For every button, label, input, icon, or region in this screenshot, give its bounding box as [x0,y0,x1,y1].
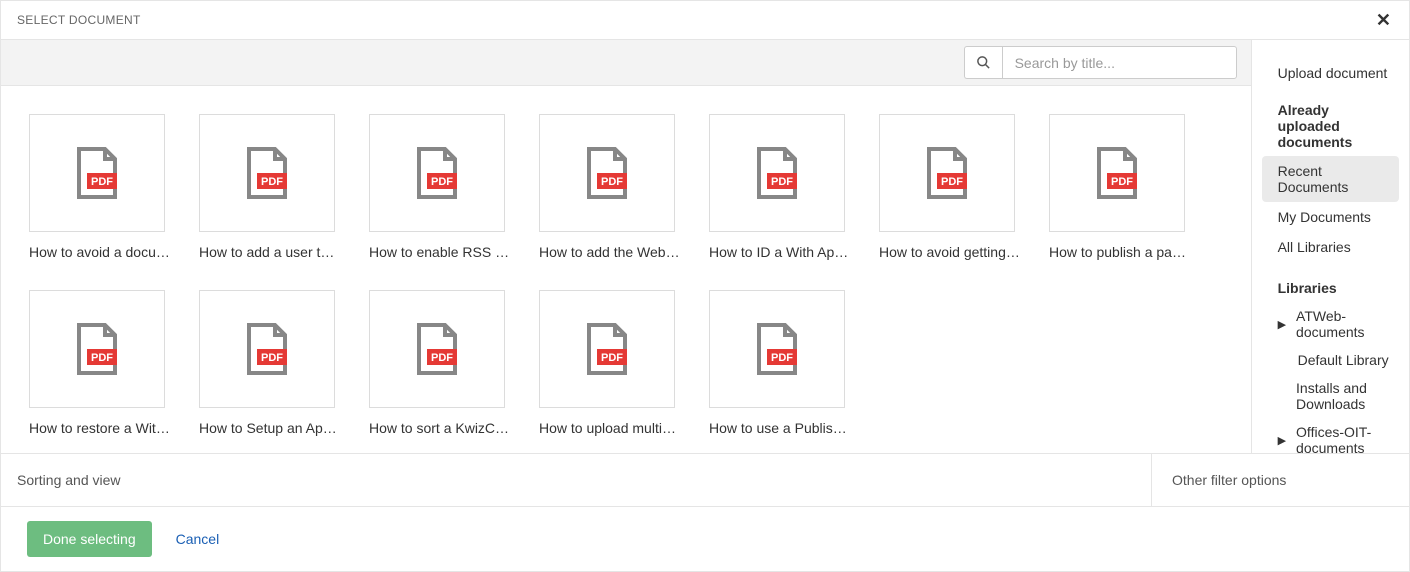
document-thumbnail: PDF [709,114,845,232]
document-thumbnail: PDF [879,114,1015,232]
dialog-header: SELECT DOCUMENT ✕ [1,1,1409,40]
svg-text:PDF: PDF [1111,176,1133,188]
pdf-file-icon: PDF [415,323,459,375]
document-item[interactable]: PDF How to restore a With Approval page [29,290,171,436]
document-title: How to publish a page using Quick Edit [1049,244,1191,260]
library-item[interactable]: ▶Default Library [1252,346,1409,374]
document-thumbnail: PDF [199,114,335,232]
pdf-file-icon: PDF [245,147,289,199]
footer-filters: Sorting and view Other filter options [1,453,1409,506]
svg-text:PDF: PDF [91,176,113,188]
sidebar-nav-item[interactable]: Recent Documents [1262,156,1399,202]
caret-right-icon: ▶ [1278,318,1286,331]
document-item[interactable]: PDF How to add the Web Analytics page [539,114,681,260]
svg-text:PDF: PDF [601,176,623,188]
pdf-file-icon: PDF [1095,147,1139,199]
document-thumbnail: PDF [539,290,675,408]
upload-document-link[interactable]: Upload document [1252,58,1409,88]
document-item[interactable]: PDF How to enable RSS on a list [369,114,511,260]
footer-actions: Done selecting Cancel [1,506,1409,571]
document-item[interactable]: PDF How to add a user to a site [199,114,341,260]
sidebar-nav-item[interactable]: My Documents [1252,202,1409,232]
library-label: Default Library [1298,352,1389,368]
search-icon [976,55,991,70]
library-item[interactable]: ▶ ATWeb-documents [1252,302,1409,346]
pdf-file-icon: PDF [75,323,119,375]
svg-text:PDF: PDF [941,176,963,188]
select-document-dialog: SELECT DOCUMENT ✕ [0,0,1410,572]
cancel-link[interactable]: Cancel [176,531,220,547]
library-item[interactable]: ▶ Offices-OIT-documents [1252,418,1409,453]
library-label: Offices-OIT-documents [1296,424,1389,453]
document-item[interactable]: PDF How to publish a page using Quick Ed… [1049,114,1191,260]
svg-text:PDF: PDF [261,176,283,188]
svg-text:PDF: PDF [261,352,283,364]
already-uploaded-heading: Already uploaded documents [1252,88,1409,156]
document-title: How to restore a With Approval page [29,420,171,436]
pdf-file-icon: PDF [245,323,289,375]
document-thumbnail: PDF [199,290,335,408]
sidebar-nav-item[interactable]: All Libraries [1252,232,1409,262]
library-item[interactable]: ▶Installs and Downloads [1252,374,1409,418]
search-button[interactable] [964,46,1002,79]
pdf-file-icon: PDF [585,147,629,199]
document-title: How to upload multiple documents [539,420,681,436]
svg-text:PDF: PDF [601,352,623,364]
document-grid-scroll[interactable]: PDF How to avoid a document name with Sp… [1,86,1251,453]
other-filter-options[interactable]: Other filter options [1151,454,1409,506]
main-area: PDF How to avoid a document name with Sp… [1,40,1251,453]
document-title: How to sort a KwizCom List Aggregator [369,420,511,436]
svg-text:PDF: PDF [771,176,793,188]
document-item[interactable]: PDF How to ID a With Approval publishing… [709,114,851,260]
document-title: How to avoid a document name with Specia… [29,244,171,260]
svg-text:PDF: PDF [91,352,113,364]
document-title: How to add the Web Analytics page [539,244,681,260]
document-title: How to avoid getting permission errors [879,244,1021,260]
pdf-file-icon: PDF [755,323,799,375]
dialog-title: SELECT DOCUMENT [17,13,141,27]
svg-text:PDF: PDF [771,352,793,364]
toolbar [1,40,1251,86]
document-item[interactable]: PDF How to sort a KwizCom List Aggregato… [369,290,511,436]
svg-text:PDF: PDF [431,352,453,364]
close-icon[interactable]: ✕ [1376,11,1391,29]
document-item[interactable]: PDF How to use a Publishing Workflow [709,290,851,436]
document-item[interactable]: PDF How to avoid getting permission erro… [879,114,1021,260]
caret-right-icon: ▶ [1278,434,1286,447]
document-title: How to enable RSS on a list [369,244,511,260]
done-selecting-button[interactable]: Done selecting [27,521,152,557]
search-input[interactable] [1002,46,1237,79]
document-thumbnail: PDF [29,114,165,232]
document-item[interactable]: PDF How to upload multiple documents [539,290,681,436]
document-title: How to use a Publishing Workflow [709,420,851,436]
dialog-body: PDF How to avoid a document name with Sp… [1,40,1409,453]
document-thumbnail: PDF [369,290,505,408]
document-title: How to add a user to a site [199,244,341,260]
sorting-and-view[interactable]: Sorting and view [1,454,1151,506]
document-item[interactable]: PDF How to avoid a document name with Sp… [29,114,171,260]
pdf-file-icon: PDF [415,147,459,199]
document-thumbnail: PDF [1049,114,1185,232]
document-thumbnail: PDF [369,114,505,232]
pdf-file-icon: PDF [755,147,799,199]
document-item[interactable]: PDF How to Setup an Approval Workflow [199,290,341,436]
document-title: How to ID a With Approval publishing cyc… [709,244,851,260]
document-title: How to Setup an Approval Workflow [199,420,341,436]
document-thumbnail: PDF [29,290,165,408]
libraries-heading: Libraries [1252,262,1409,302]
document-thumbnail: PDF [539,114,675,232]
library-label: ATWeb-documents [1296,308,1389,340]
document-thumbnail: PDF [709,290,845,408]
pdf-file-icon: PDF [75,147,119,199]
search-group [964,46,1237,79]
library-label: Installs and Downloads [1296,380,1389,412]
document-grid: PDF How to avoid a document name with Sp… [29,114,1251,436]
pdf-file-icon: PDF [585,323,629,375]
pdf-file-icon: PDF [925,147,969,199]
sidebar: Upload document Already uploaded documen… [1251,40,1409,453]
svg-text:PDF: PDF [431,176,453,188]
